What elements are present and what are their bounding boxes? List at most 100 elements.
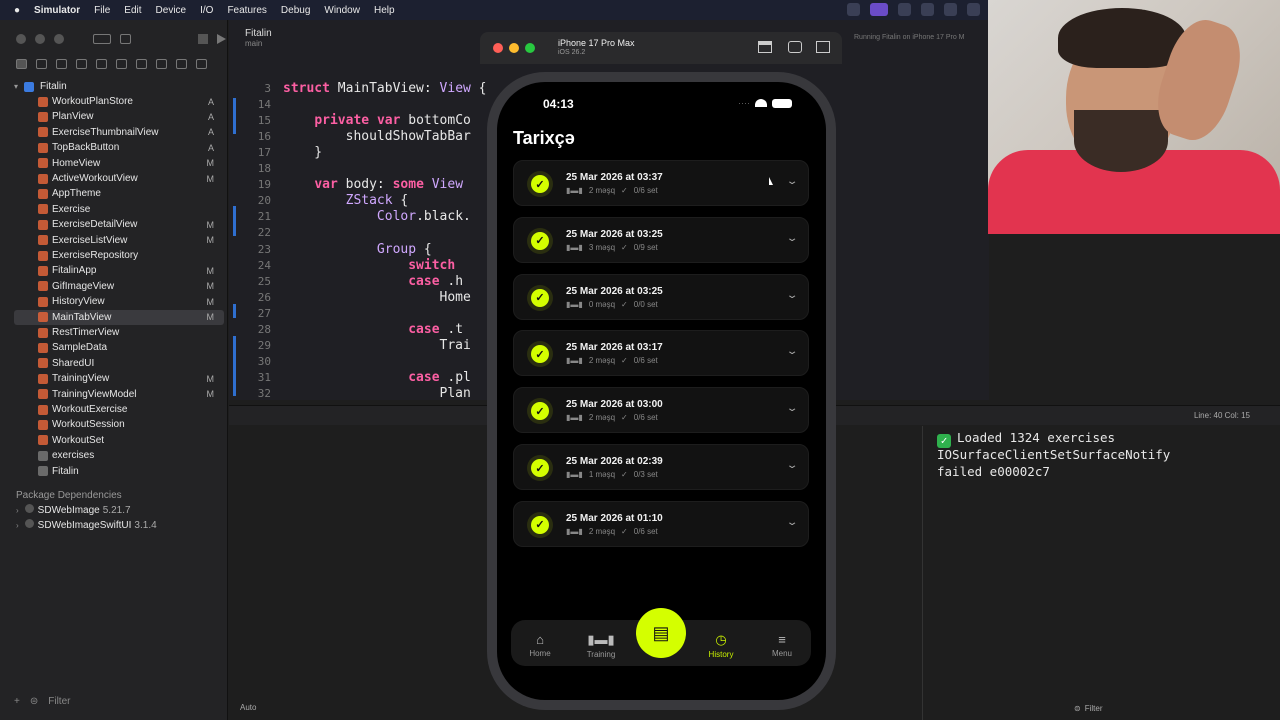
home-icon[interactable]: [758, 41, 772, 53]
swift-file-icon: [38, 127, 48, 138]
file-row[interactable]: GifImageView M: [14, 279, 224, 294]
new-workout-button[interactable]: ▤: [636, 608, 686, 658]
folder-icon[interactable]: [16, 59, 27, 69]
scheme-selector[interactable]: Fitalin main: [245, 28, 272, 48]
file-row[interactable]: MainTabView M: [14, 309, 224, 325]
history-card[interactable]: ✓ 25 Mar 2026 at 01:10 ▮▬▮ 2 məşq ✓ 0/6 set ⌄: [513, 500, 809, 547]
minimize-window-button[interactable]: [509, 43, 519, 53]
file-row[interactable]: HistoryView M: [14, 294, 224, 309]
console-filter-field[interactable]: Filter: [1085, 704, 1103, 713]
bookmark-icon[interactable]: [56, 59, 67, 69]
history-card[interactable]: ✓ 25 Mar 2026 at 03:17 ▮▬▮ 2 məşq ✓ 0/6 set ⌄: [513, 330, 809, 377]
file-row[interactable]: ExerciseRepository: [14, 248, 224, 263]
history-card[interactable]: ✓ 25 Mar 2026 at 02:39 ▮▬▮ 1 məşq ✓ 0/3 set ⌄: [513, 444, 809, 490]
file-row[interactable]: TrainingView M: [14, 371, 224, 386]
menu-help[interactable]: Help: [374, 5, 395, 16]
file-row[interactable]: TrainingViewModel M: [14, 387, 224, 402]
debug-icon[interactable]: [156, 59, 167, 69]
run-button[interactable]: [217, 34, 226, 44]
file-row[interactable]: exercises: [14, 448, 224, 463]
history-card[interactable]: ✓ 25 Mar 2026 at 03:25 ▮▬▮ 3 məşq ✓ 0/9 set ⌄: [513, 216, 809, 263]
console-filter[interactable]: ⊜ Filter: [1074, 702, 1194, 714]
tray-icon[interactable]: [898, 3, 911, 16]
line-number: 26: [257, 290, 271, 304]
tray-icon[interactable]: [847, 3, 860, 16]
file-row[interactable]: SharedUI: [14, 356, 224, 371]
file-row[interactable]: ExerciseThumbnailView A: [14, 125, 224, 140]
chevron-down-icon[interactable]: ⌄: [786, 460, 799, 471]
history-card[interactable]: ✓ 25 Mar 2026 at 03:37 ▮▬▮ 2 məşq ✓ 0/6 set ⌄: [513, 160, 809, 206]
file-row[interactable]: WorkoutExercise: [14, 402, 224, 417]
project-root[interactable]: ▾ Fitalin: [14, 81, 67, 92]
file-row[interactable]: HomeView M: [14, 156, 224, 171]
menu-edit[interactable]: Edit: [124, 5, 141, 16]
tab-history[interactable]: ◷ History: [696, 632, 746, 659]
minimize-window-button[interactable]: [35, 34, 45, 44]
history-card[interactable]: ✓ 25 Mar 2026 at 03:00 ▮▬▮ 2 məşq ✓ 0/6 set ⌄: [513, 387, 809, 434]
file-row[interactable]: Fitalin: [14, 464, 224, 479]
menu-window[interactable]: Window: [324, 5, 360, 16]
menu-debug[interactable]: Debug: [281, 5, 310, 16]
file-row[interactable]: TopBackButton A: [14, 140, 224, 155]
file-row[interactable]: ExerciseDetailView M: [14, 217, 224, 232]
chevron-down-icon[interactable]: ⌄: [786, 233, 799, 244]
hierarchy-icon[interactable]: [76, 59, 87, 69]
tab-home[interactable]: ⌂ Home: [515, 632, 565, 658]
plus-icon[interactable]: [120, 34, 131, 44]
chevron-down-icon[interactable]: ⌄: [786, 403, 799, 414]
navigator-filter[interactable]: + ⊜ Filter: [14, 694, 218, 708]
menu-file[interactable]: File: [94, 5, 110, 16]
disclosure-down-icon[interactable]: ▾: [14, 82, 18, 91]
rotate-icon[interactable]: [816, 41, 830, 53]
menu-io[interactable]: I/O: [200, 5, 213, 16]
tray-icon[interactable]: [967, 3, 980, 16]
file-row[interactable]: FitalinApp M: [14, 263, 224, 278]
tray-icon[interactable]: [944, 3, 957, 16]
package-row[interactable]: › SDWebImage 5.21.7: [16, 504, 131, 516]
zoom-window-button[interactable]: [54, 34, 64, 44]
debug-console[interactable]: ✓ Loaded 1324 exercises IOSurfaceClientSe…: [922, 426, 1280, 720]
file-row[interactable]: ExerciseListView M: [14, 233, 224, 248]
file-row[interactable]: AppTheme: [14, 186, 224, 201]
menu-device[interactable]: Device: [156, 5, 187, 16]
chevron-down-icon[interactable]: ⌄: [786, 517, 799, 528]
screenshot-icon[interactable]: [788, 41, 802, 53]
disclosure-right-icon[interactable]: ›: [16, 506, 19, 515]
apple-icon[interactable]: ●: [14, 5, 20, 16]
stop-button[interactable]: [198, 34, 208, 44]
sidebar-toggle-icon[interactable]: [93, 34, 111, 44]
close-window-button[interactable]: [16, 34, 26, 44]
file-row[interactable]: WorkoutSet: [14, 433, 224, 448]
close-window-button[interactable]: [493, 43, 503, 53]
search-icon[interactable]: [96, 59, 107, 69]
menu-app-name[interactable]: Simulator: [34, 5, 80, 16]
tab-menu[interactable]: ≡ Menu: [757, 632, 807, 658]
chevron-down-icon[interactable]: ⌄: [786, 176, 799, 187]
package-row[interactable]: › SDWebImageSwiftUI 3.1.4: [16, 519, 157, 531]
plus-icon[interactable]: +: [14, 696, 20, 707]
file-row[interactable]: Exercise: [14, 202, 224, 217]
file-row[interactable]: SampleData: [14, 340, 224, 355]
tab-training[interactable]: ▮▬▮ Training: [576, 632, 626, 659]
file-row[interactable]: WorkoutPlanStore A: [14, 94, 224, 109]
report-icon[interactable]: [196, 59, 207, 69]
warning-icon[interactable]: [116, 59, 127, 69]
tray-icon[interactable]: [870, 3, 888, 16]
file-row[interactable]: WorkoutSession: [14, 417, 224, 432]
test-icon[interactable]: [136, 59, 147, 69]
disclosure-right-icon[interactable]: ›: [16, 521, 19, 530]
tray-icon[interactable]: [921, 3, 934, 16]
filter-field[interactable]: Filter: [48, 696, 70, 707]
zoom-window-button[interactable]: [525, 43, 535, 53]
chevron-down-icon[interactable]: ⌄: [786, 290, 799, 301]
menu-features[interactable]: Features: [227, 5, 266, 16]
file-row[interactable]: RestTimerView: [14, 325, 224, 340]
auto-selector[interactable]: Auto: [240, 703, 256, 712]
chevron-down-icon[interactable]: ⌄: [786, 346, 799, 357]
breakpoint-icon[interactable]: [176, 59, 187, 69]
packages-header[interactable]: Package Dependencies: [16, 490, 122, 501]
file-row[interactable]: ActiveWorkoutView M: [14, 171, 224, 186]
file-row[interactable]: PlanView A: [14, 109, 224, 124]
source-control-icon[interactable]: [36, 59, 47, 69]
history-card[interactable]: ✓ 25 Mar 2026 at 03:25 ▮▬▮ 0 məşq ✓ 0/0 set ⌄: [513, 273, 809, 320]
